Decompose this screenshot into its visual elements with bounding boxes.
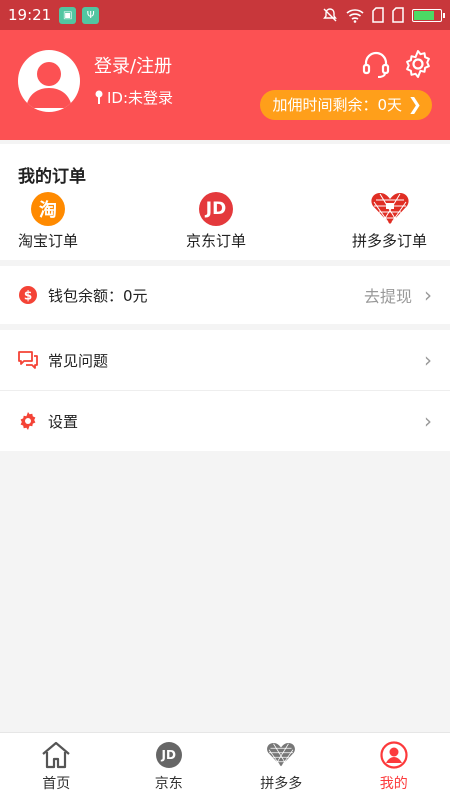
tab-home[interactable]: 首页 <box>0 733 113 800</box>
faq-label: 常见问题 <box>48 351 109 370</box>
tab-pinduoduo-label: 拼多多 <box>260 776 303 792</box>
login-register-link[interactable]: 登录/注册 <box>94 52 172 78</box>
user-id: ID:未登录 <box>94 87 173 108</box>
pinduoduo-orders-label: 拼多多订单 <box>352 232 428 250</box>
tab-home-label: 首页 <box>42 776 71 792</box>
svg-text:$: $ <box>24 289 32 303</box>
chevron-right-icon: › <box>424 409 432 433</box>
mute-bell-icon <box>323 8 337 22</box>
usb-notification-icon: Ψ <box>82 6 100 24</box>
customer-service-headset-icon[interactable] <box>360 48 392 80</box>
withdraw-link[interactable]: 去提现 <box>364 283 412 307</box>
wallet-balance: 钱包余额：0元 <box>48 286 148 305</box>
status-time: 19:21 <box>8 6 52 24</box>
wallet-row[interactable]: $ 钱包余额：0元 去提现 › <box>0 266 450 324</box>
settings-label: 设置 <box>48 412 79 431</box>
faq-row[interactable]: 常见问题 › <box>0 330 450 390</box>
wallet-coin-icon: $ <box>18 285 38 305</box>
tab-mine[interactable]: 我的 <box>338 733 450 800</box>
tab-pinduoduo[interactable]: 拼多多 <box>225 733 338 800</box>
tab-jd[interactable]: JD 京东 <box>113 733 226 800</box>
battery-icon <box>412 8 445 22</box>
status-bar: 19:21 ▣ Ψ <box>0 0 450 30</box>
pinduoduo-icon <box>370 193 409 224</box>
jd-icon: JD <box>154 740 184 770</box>
chevron-right-icon: › <box>424 283 432 307</box>
pinduoduo-orders-button[interactable]: 拼多多订单 <box>352 192 427 251</box>
my-orders-card: 我的订单 淘 淘宝订单 JD 京东订单 拼多多订单 <box>0 144 450 260</box>
tab-jd-label: 京东 <box>154 776 183 792</box>
sim-card-icon <box>392 7 404 23</box>
taobao-icon: 淘 <box>31 192 65 226</box>
jd-glyph: JD <box>155 742 182 768</box>
key-icon <box>95 90 103 104</box>
avatar[interactable] <box>18 50 80 112</box>
taobao-orders-button[interactable]: 淘 淘宝订单 <box>18 192 78 251</box>
commission-time-text: 加佣时间剩余：0天 <box>272 96 402 114</box>
settings-row[interactable]: 设置 › <box>0 391 450 451</box>
settings-gear-icon[interactable] <box>402 48 434 80</box>
chevron-right-icon: ❯ <box>407 95 422 115</box>
default-avatar-icon <box>26 62 72 108</box>
pinduoduo-icon <box>266 740 296 770</box>
my-orders-title: 我的订单 <box>18 167 86 187</box>
user-id-text: ID:未登录 <box>107 89 174 107</box>
jd-orders-button[interactable]: JD 京东订单 <box>186 192 246 251</box>
home-icon <box>41 740 71 770</box>
jd-icon: JD <box>199 192 233 226</box>
jd-orders-label: 京东订单 <box>186 232 247 250</box>
wifi-icon <box>346 8 364 23</box>
commission-time-badge[interactable]: 加佣时间剩余：0天 ❯ <box>260 90 432 120</box>
sim-card-icon <box>372 7 384 23</box>
tab-mine-label: 我的 <box>379 776 408 792</box>
bottom-tab-bar: 首页 JD 京东 拼多多 我的 <box>0 732 450 800</box>
taobao-orders-label: 淘宝订单 <box>18 232 79 250</box>
settings-gear-icon <box>18 411 38 431</box>
screenshot-notification-icon: ▣ <box>59 6 77 24</box>
profile-header: 登录/注册 ID:未登录 加佣时间剩余：0天 ❯ <box>0 30 450 140</box>
profile-icon <box>379 740 409 770</box>
chat-bubbles-icon <box>18 350 38 370</box>
chevron-right-icon: › <box>424 348 432 372</box>
